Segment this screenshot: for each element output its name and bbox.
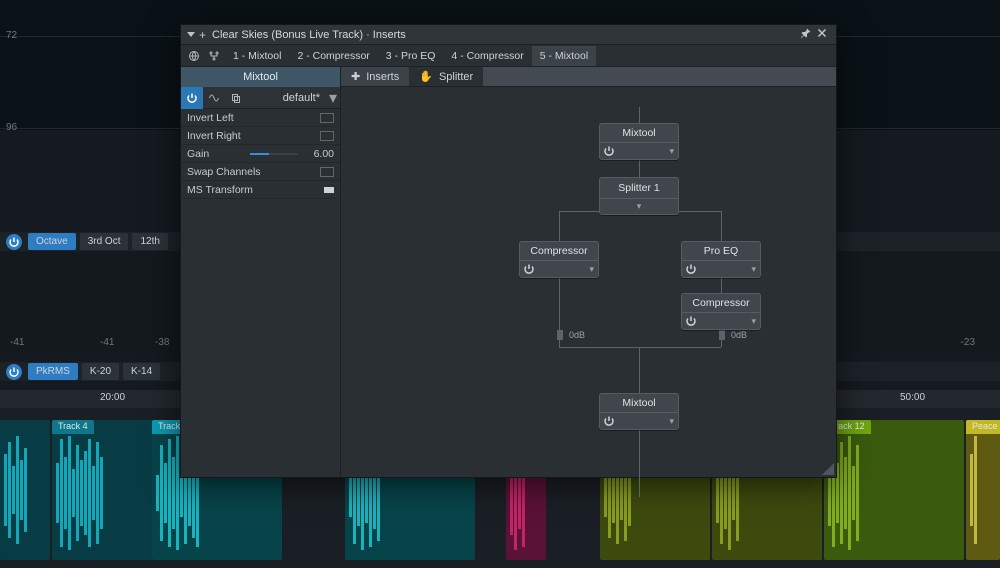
preset-name[interactable]: default* bbox=[247, 92, 326, 104]
resize-handle-icon[interactable] bbox=[822, 463, 834, 475]
add-icon[interactable]: + bbox=[199, 28, 206, 42]
clip-label: Track 4 bbox=[52, 420, 94, 434]
chain-tab-3[interactable]: 3 - Pro EQ bbox=[378, 46, 444, 66]
routing-wire bbox=[721, 211, 722, 241]
chevron-down-icon[interactable]: ▾ bbox=[700, 316, 760, 327]
gain-value: 6.00 bbox=[304, 148, 334, 160]
phase-icon[interactable] bbox=[203, 87, 225, 109]
chain-nav: 1 - Mixtool 2 - Compressor 3 - Pro EQ 4 … bbox=[181, 45, 836, 67]
ruler-tick: 20:00 bbox=[100, 392, 125, 403]
node-splitter[interactable]: Splitter 1 ▾ bbox=[599, 177, 679, 215]
routing-wire bbox=[639, 427, 640, 497]
meter-mode-k14[interactable]: K-14 bbox=[123, 363, 160, 380]
meter-value: -41 bbox=[100, 337, 114, 348]
meter-mode-pkrms[interactable]: PkRMS bbox=[28, 363, 78, 380]
spectrum-mode-12th[interactable]: 12th bbox=[132, 233, 167, 250]
toggle[interactable] bbox=[324, 187, 334, 193]
node-mixtool-bottom[interactable]: Mixtool ▾ bbox=[599, 393, 679, 430]
chevron-down-icon[interactable]: ▾ bbox=[600, 201, 678, 212]
audio-clip[interactable]: Track 4 bbox=[52, 420, 152, 560]
spectrum-mode-3rd[interactable]: 3rd Oct bbox=[80, 233, 129, 250]
routing-wire bbox=[639, 347, 640, 393]
plugin-power-icon[interactable] bbox=[181, 87, 203, 109]
node-proeq-right[interactable]: Pro EQ ▾ bbox=[681, 241, 761, 278]
pin-icon[interactable] bbox=[798, 27, 814, 42]
dropdown-icon[interactable] bbox=[187, 32, 195, 37]
meter-mode-k20[interactable]: K-20 bbox=[82, 363, 119, 380]
chevron-down-icon[interactable]: ▾ bbox=[326, 88, 340, 108]
mode-splitter[interactable]: ✋Splitter bbox=[409, 67, 483, 86]
axis-label: 72 bbox=[6, 30, 17, 41]
gain-label: 0dB bbox=[731, 330, 747, 340]
chain-tab-4[interactable]: 4 - Compressor bbox=[443, 46, 531, 66]
power-icon[interactable] bbox=[6, 234, 22, 250]
plugin-sidebar: Mixtool default* ▾ Invert Left Invert Ri… bbox=[181, 67, 341, 477]
node-compressor-left[interactable]: Compressor ▾ bbox=[519, 241, 599, 278]
chain-tab-5[interactable]: 5 - Mixtool bbox=[532, 46, 596, 66]
window-title: Clear Skies (Bonus Live Track) · Inserts bbox=[212, 29, 406, 41]
sidebar-plugin-tab[interactable]: Mixtool bbox=[181, 67, 340, 87]
chain-tab-1[interactable]: 1 - Mixtool bbox=[225, 46, 289, 66]
gain-label: 0dB bbox=[569, 330, 585, 340]
checkbox[interactable] bbox=[320, 113, 334, 123]
gain-slider[interactable] bbox=[250, 153, 298, 155]
routing-wire bbox=[559, 347, 721, 348]
chain-tab-2[interactable]: 2 - Compressor bbox=[289, 46, 377, 66]
routing-wire bbox=[559, 211, 560, 241]
titlebar[interactable]: + Clear Skies (Bonus Live Track) · Inser… bbox=[181, 25, 836, 45]
spectrum-mode-octave[interactable]: Octave bbox=[28, 233, 76, 250]
param-ms[interactable]: MS Transform bbox=[181, 181, 340, 199]
close-icon[interactable] bbox=[814, 27, 830, 42]
meter-value: -41 bbox=[10, 337, 24, 348]
checkbox[interactable] bbox=[320, 131, 334, 141]
node-power-icon[interactable] bbox=[520, 261, 538, 277]
node-compressor-right[interactable]: Compressor ▾ bbox=[681, 293, 761, 330]
routing-canvas[interactable]: ✚Inserts ✋Splitter 0dB 0dB bbox=[341, 67, 836, 477]
node-power-icon[interactable] bbox=[600, 413, 618, 429]
node-power-icon[interactable] bbox=[682, 261, 700, 277]
param-gain[interactable]: Gain6.00 bbox=[181, 145, 340, 163]
chevron-down-icon[interactable]: ▾ bbox=[618, 146, 678, 157]
plus-icon: ✚ bbox=[351, 70, 360, 83]
node-mixtool-top[interactable]: Mixtool ▾ bbox=[599, 123, 679, 160]
power-icon[interactable] bbox=[6, 364, 22, 380]
param-swap[interactable]: Swap Channels bbox=[181, 163, 340, 181]
axis-label: 96 bbox=[6, 122, 17, 133]
meter-value: -23 bbox=[961, 337, 975, 348]
audio-clip[interactable]: Peace bbox=[966, 420, 1000, 560]
insert-chain-window[interactable]: + Clear Skies (Bonus Live Track) · Inser… bbox=[180, 24, 837, 478]
param-invert-right[interactable]: Invert Right bbox=[181, 127, 340, 145]
gain-handle-icon[interactable] bbox=[557, 330, 563, 340]
routing-wire bbox=[639, 107, 640, 123]
chain-tabs: 1 - Mixtool 2 - Compressor 3 - Pro EQ 4 … bbox=[225, 46, 596, 66]
hand-icon: ✋ bbox=[419, 70, 433, 83]
routing-icon[interactable] bbox=[205, 47, 223, 65]
node-power-icon[interactable] bbox=[682, 313, 700, 329]
checkbox[interactable] bbox=[320, 167, 334, 177]
audio-clip[interactable] bbox=[0, 420, 50, 560]
node-power-icon[interactable] bbox=[600, 143, 618, 159]
ruler-tick: 50:00 bbox=[900, 392, 925, 403]
meter-value: -38 bbox=[155, 337, 169, 348]
param-invert-left[interactable]: Invert Left bbox=[181, 109, 340, 127]
chevron-down-icon[interactable]: ▾ bbox=[700, 264, 760, 275]
routing-wire bbox=[639, 157, 640, 177]
clip-label: Peace bbox=[966, 420, 1000, 434]
chevron-down-icon[interactable]: ▾ bbox=[538, 264, 598, 275]
mode-inserts[interactable]: ✚Inserts bbox=[341, 67, 409, 86]
gain-handle-icon[interactable] bbox=[719, 330, 725, 340]
copy-icon[interactable] bbox=[225, 87, 247, 109]
chevron-down-icon[interactable]: ▾ bbox=[618, 416, 678, 427]
audio-clip[interactable]: Track 12 bbox=[824, 420, 964, 560]
globe-icon[interactable] bbox=[185, 47, 203, 65]
